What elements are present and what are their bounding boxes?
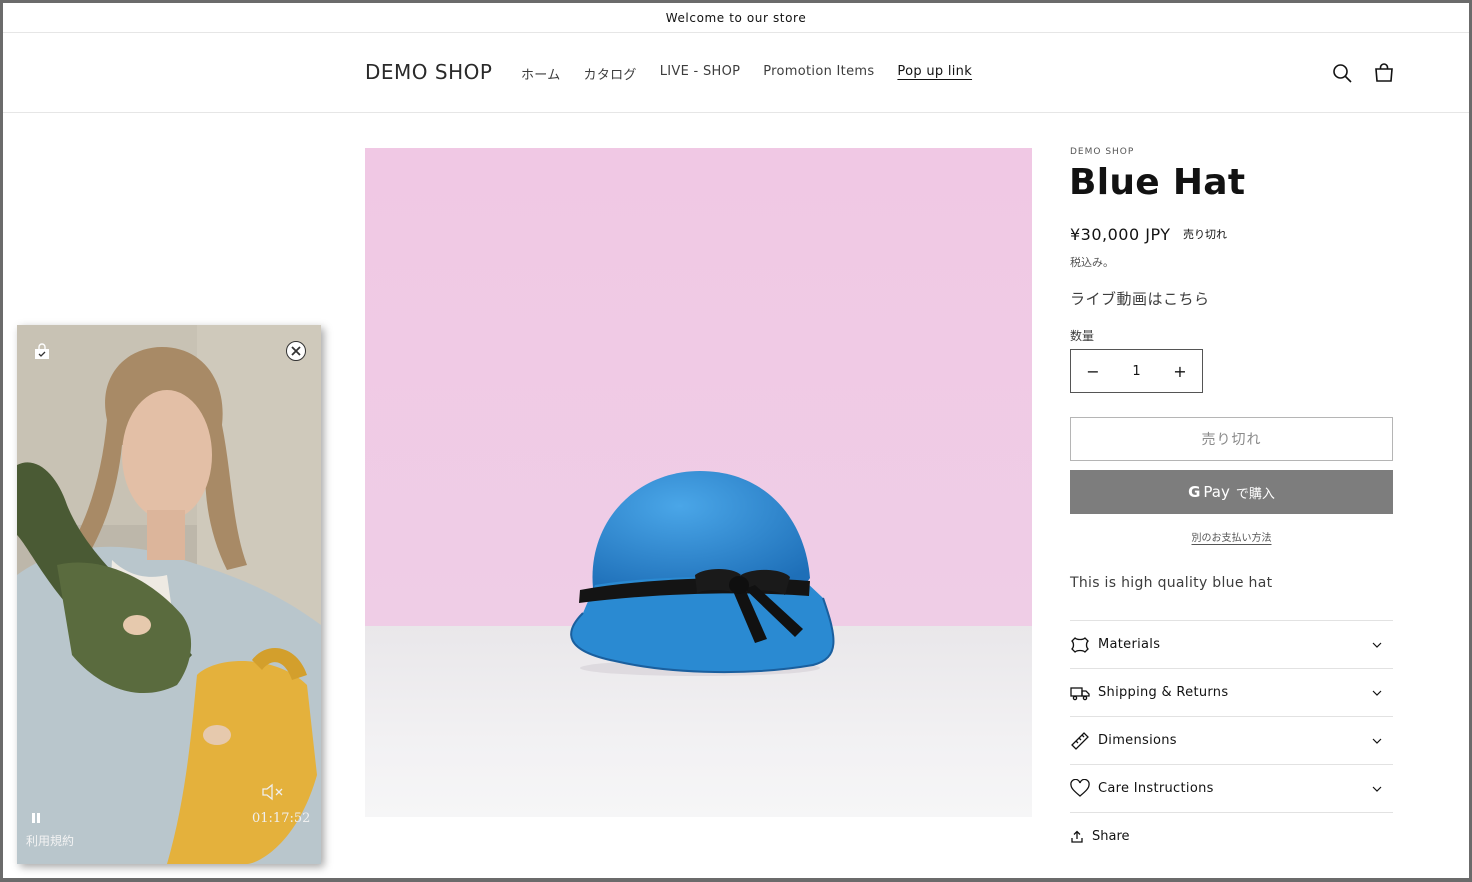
accordion-care-instructions[interactable]: Care Instructions xyxy=(1070,764,1393,812)
google-g-icon: G xyxy=(1188,483,1201,501)
truck-icon xyxy=(1070,683,1090,703)
mute-icon[interactable] xyxy=(261,783,285,801)
chevron-down-icon xyxy=(1372,786,1382,792)
quantity-label: 数量 xyxy=(1070,329,1095,343)
gpay-buy-label: で購入 xyxy=(1235,486,1275,502)
share-button[interactable]: Share xyxy=(1070,829,1130,844)
nav-home[interactable]: ホーム xyxy=(521,64,561,83)
chevron-down-icon xyxy=(1372,642,1382,648)
quantity-stepper: − 1 + xyxy=(1070,349,1203,393)
main-nav: ホーム カタログ LIVE - SHOP Promotion Items Pop… xyxy=(521,64,995,83)
product-vendor: DEMO SHOP xyxy=(1070,147,1135,157)
ruler-icon xyxy=(1070,731,1090,751)
accordion-materials[interactable]: Materials xyxy=(1070,620,1393,668)
nav-promotion-items[interactable]: Promotion Items xyxy=(763,64,874,83)
product-description: This is high quality blue hat xyxy=(1070,575,1273,591)
product-title: Blue Hat xyxy=(1069,162,1246,203)
chevron-down-icon xyxy=(1372,690,1382,696)
sold-out-button[interactable]: 売り切れ xyxy=(1070,417,1393,461)
nav-catalog[interactable]: カタログ xyxy=(584,64,637,83)
accordion-shipping-returns[interactable]: Shipping & Returns xyxy=(1070,668,1393,716)
video-timestamp: 01:17:52 xyxy=(252,811,311,826)
accordion-label: Shipping & Returns xyxy=(1098,685,1229,700)
accordion-label: Dimensions xyxy=(1098,733,1177,748)
announcement-text: Welcome to our store xyxy=(665,10,807,25)
pause-icon[interactable] xyxy=(30,812,42,824)
quantity-plus-button[interactable]: + xyxy=(1158,350,1202,392)
nav-live-shop[interactable]: LIVE - SHOP xyxy=(660,64,741,83)
accordion-dimensions[interactable]: Dimensions xyxy=(1070,716,1393,764)
more-payment-options-link[interactable]: 別のお支払い方法 xyxy=(1070,529,1393,544)
live-video-popup[interactable]: 01:17:52 利用規約 xyxy=(17,325,321,864)
product-image[interactable] xyxy=(365,148,1032,817)
gpay-label: Pay xyxy=(1203,483,1230,501)
nav-popup-link[interactable]: Pop up link xyxy=(897,64,972,83)
accordion-label: Materials xyxy=(1098,637,1161,652)
close-icon[interactable] xyxy=(285,340,307,362)
site-header: DEMO SHOP ホーム カタログ LIVE - SHOP Promotion… xyxy=(3,34,1469,113)
terms-link[interactable]: 利用規約 xyxy=(26,832,74,849)
accordion-divider xyxy=(1070,812,1393,813)
google-pay-button[interactable]: G Pay で購入 xyxy=(1070,470,1393,514)
shop-logo[interactable]: DEMO SHOP xyxy=(365,60,492,84)
share-icon xyxy=(1071,830,1083,843)
blue-hat-image xyxy=(570,471,835,676)
cart-icon[interactable] xyxy=(1372,61,1396,85)
announcement-bar: Welcome to our store xyxy=(3,3,1469,33)
product-price: ¥30,000 JPY xyxy=(1070,225,1171,244)
accordion-label: Care Instructions xyxy=(1098,781,1214,796)
tax-note: 税込み。 xyxy=(1070,256,1114,269)
sold-out-badge: 売り切れ xyxy=(1183,228,1227,241)
quantity-minus-button[interactable]: − xyxy=(1071,350,1115,392)
share-label: Share xyxy=(1092,829,1130,844)
shopping-bag-icon[interactable] xyxy=(33,343,51,361)
leather-icon xyxy=(1070,635,1090,655)
chevron-down-icon xyxy=(1372,738,1382,744)
quantity-input[interactable]: 1 xyxy=(1132,364,1140,379)
live-video-link[interactable]: ライブ動画はこちら xyxy=(1070,288,1210,309)
heart-icon xyxy=(1070,778,1090,799)
search-icon[interactable] xyxy=(1330,61,1354,85)
